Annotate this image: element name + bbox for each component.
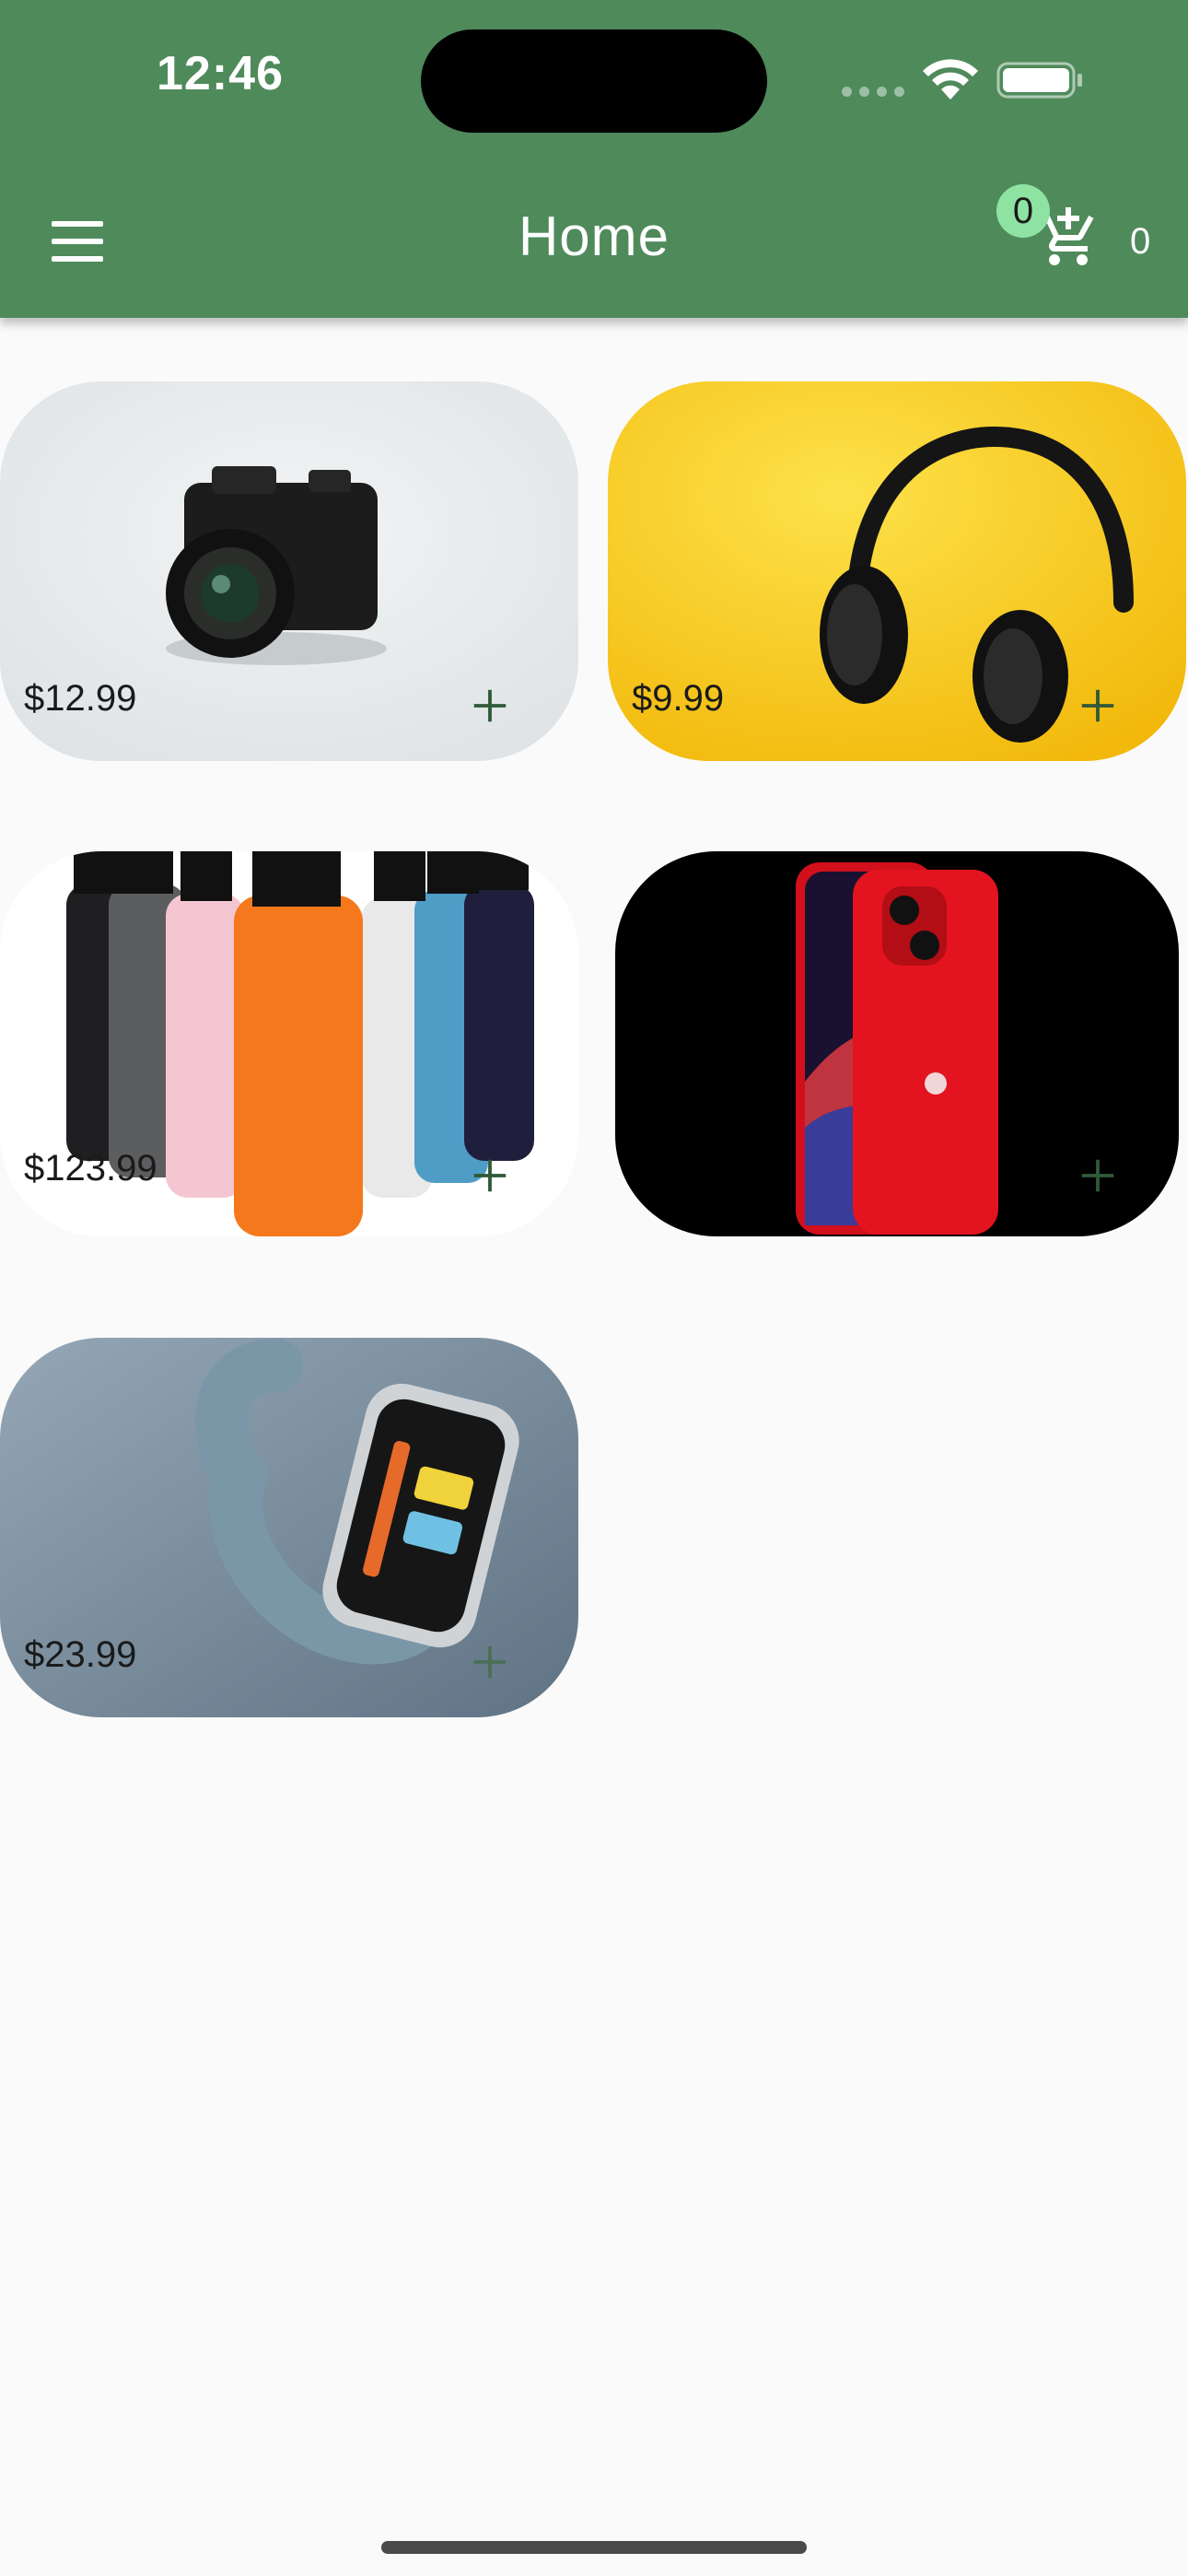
product-price: $12.99 — [24, 678, 137, 719]
product-price: $9.99 — [632, 678, 725, 719]
cart-badge: 0 — [996, 184, 1050, 238]
page-title: Home — [518, 205, 670, 267]
wifi-icon — [923, 59, 978, 100]
add-to-cart-button[interactable] — [1050, 1128, 1146, 1224]
cart-button[interactable]: 0 0 — [996, 184, 1153, 295]
plus-icon — [1081, 1159, 1114, 1192]
add-to-cart-button[interactable] — [442, 1128, 538, 1224]
plus-icon — [473, 1159, 507, 1192]
battery-icon — [996, 62, 1082, 99]
menu-icon[interactable] — [52, 221, 103, 262]
product-card-water-bottles[interactable]: $123.99 — [0, 851, 578, 1236]
product-card-smartphone[interactable] — [615, 851, 1179, 1236]
add-to-cart-button[interactable] — [442, 1614, 538, 1710]
status-time: 12:46 — [157, 47, 284, 100]
product-card-camera[interactable]: $12.99 — [0, 381, 578, 761]
product-price: $23.99 — [24, 1634, 137, 1675]
product-card-fitness-tracker[interactable]: $23.99 — [0, 1338, 578, 1717]
home-indicator[interactable] — [381, 2541, 807, 2554]
add-to-cart-button[interactable] — [1050, 658, 1146, 754]
add-to-cart-button[interactable] — [442, 658, 538, 754]
product-price: $123.99 — [24, 1148, 157, 1188]
dynamic-island — [421, 29, 767, 133]
plus-icon — [1081, 689, 1114, 722]
product-card-headphones[interactable]: $9.99 — [608, 381, 1186, 761]
cart-count: 0 — [1130, 221, 1151, 262]
plus-icon — [473, 1645, 507, 1679]
app-bar: 12:46 Home 0 0 — [0, 0, 1188, 318]
plus-icon — [473, 689, 507, 722]
cellular-signal-icon — [842, 87, 906, 98]
